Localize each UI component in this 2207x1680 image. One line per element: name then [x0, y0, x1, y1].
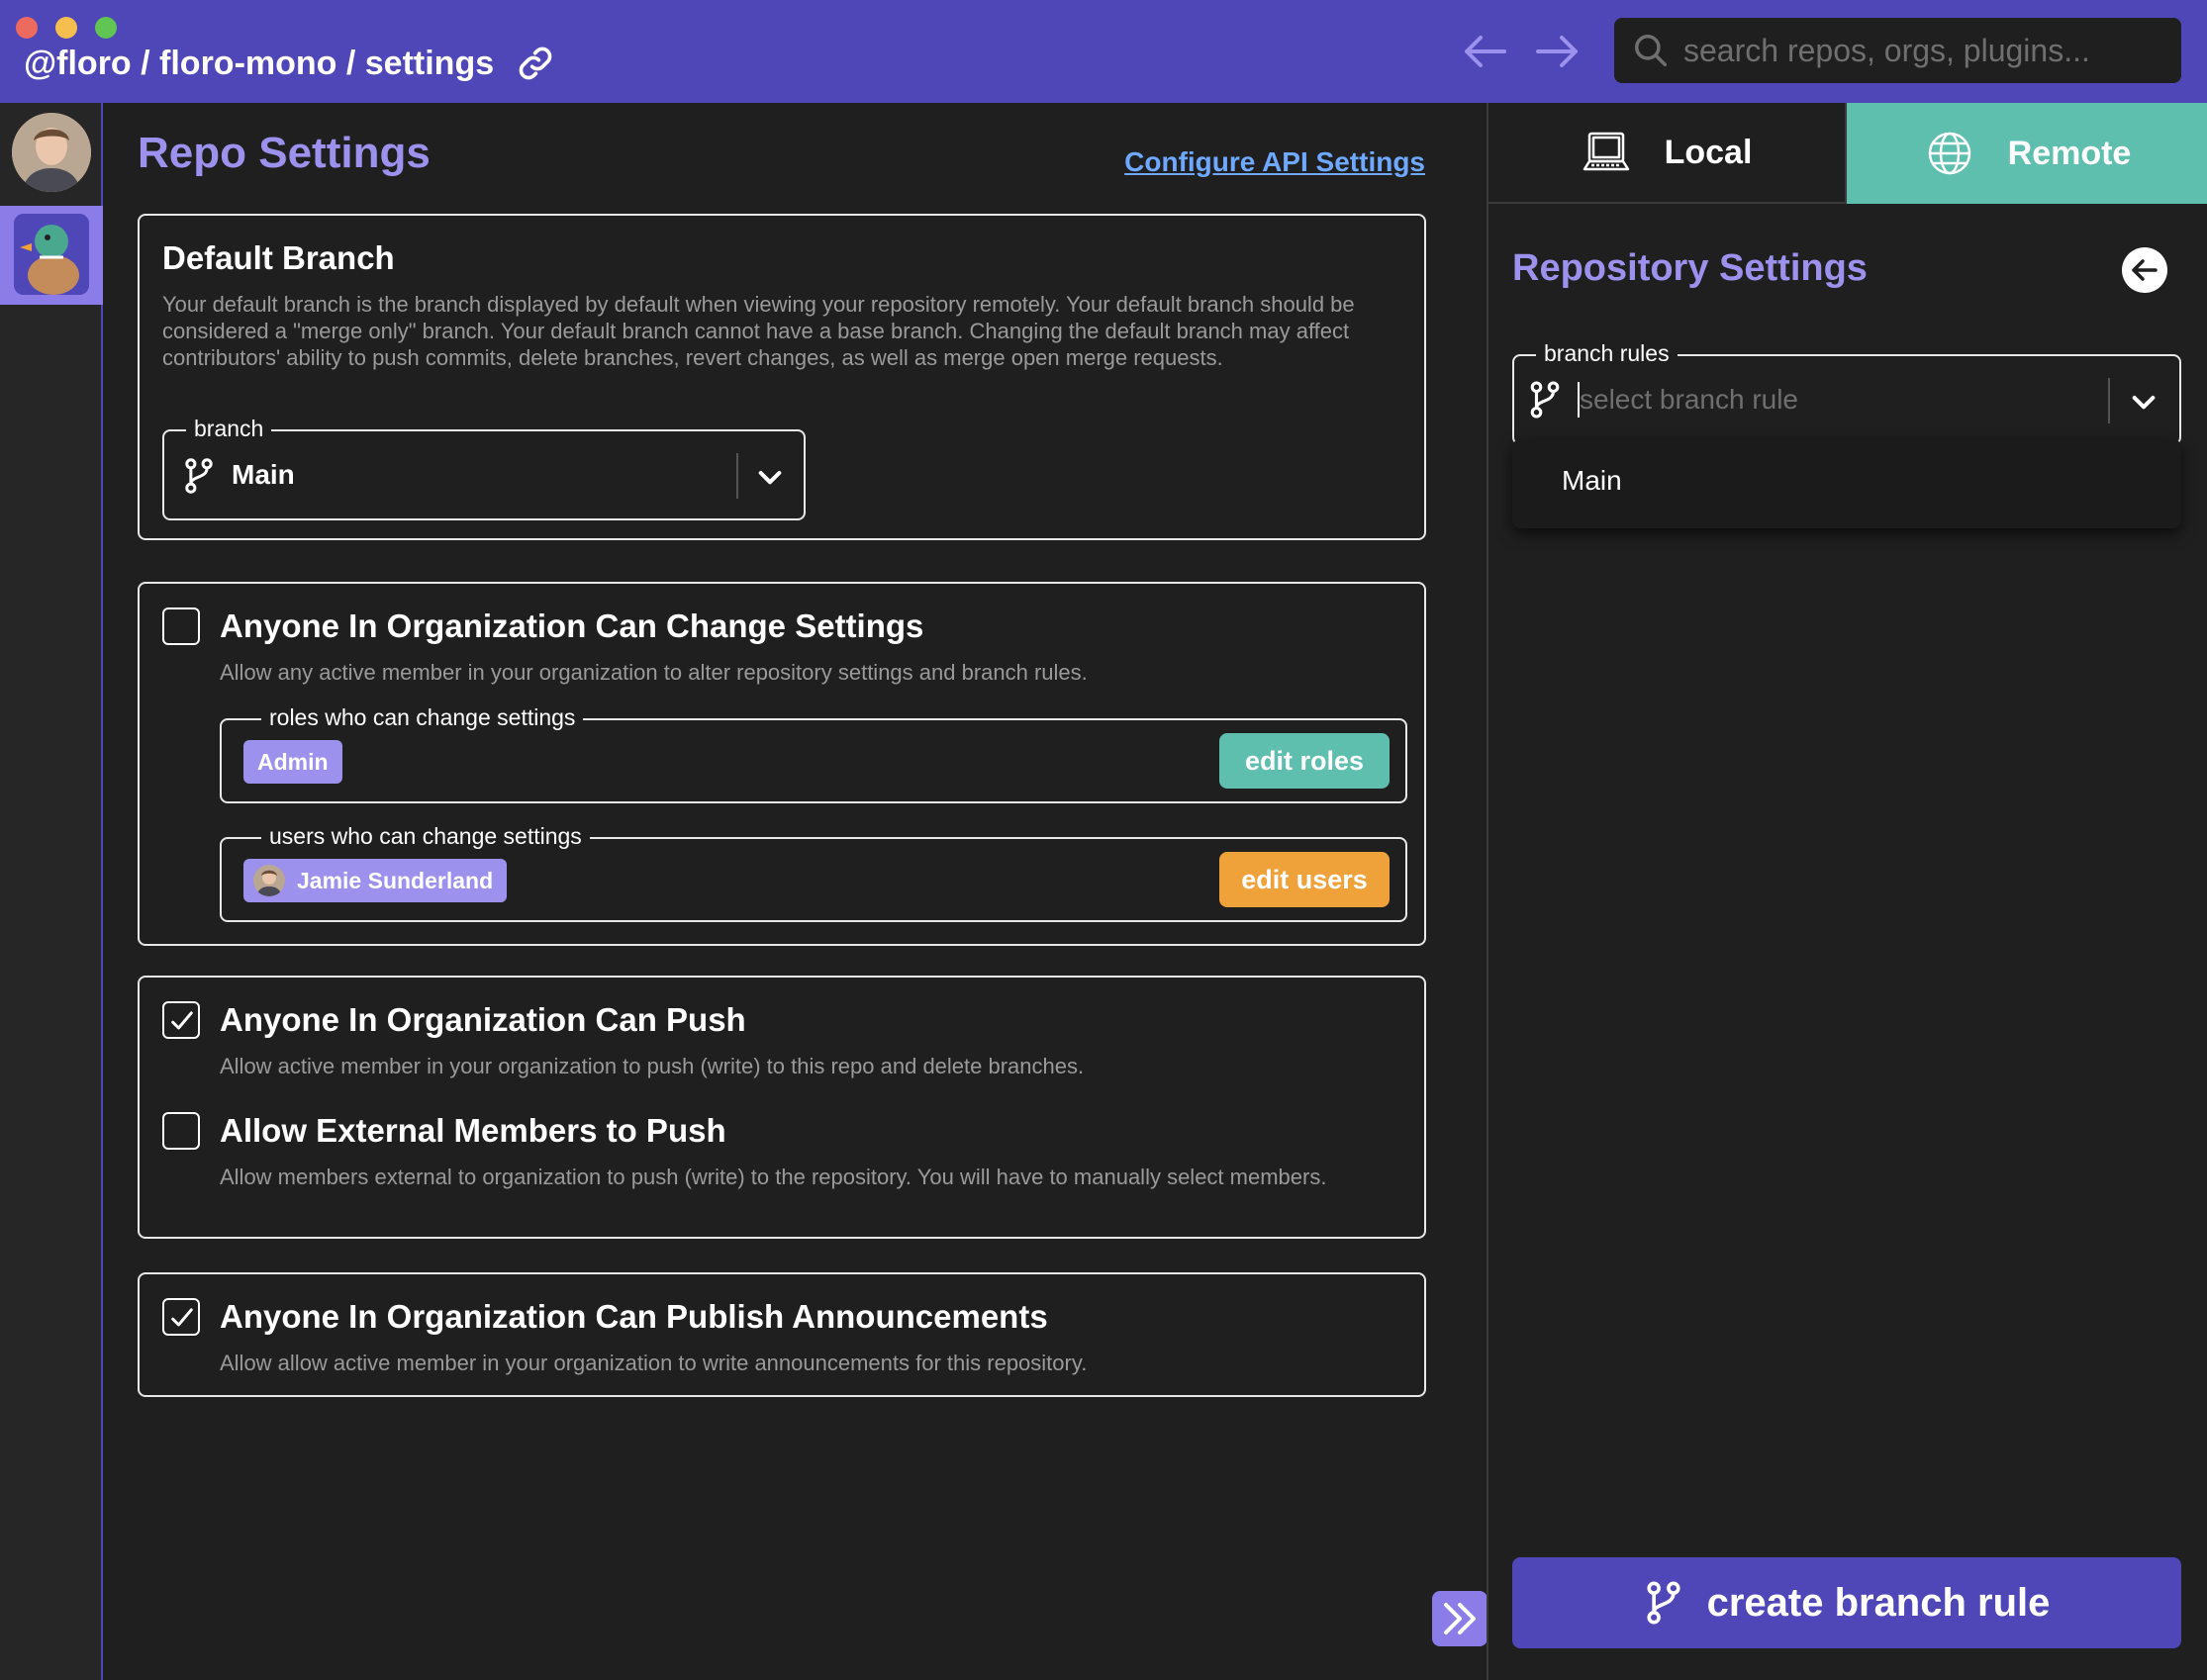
repo-nav-item[interactable] [0, 206, 103, 305]
default-branch-value: Main [232, 459, 295, 490]
right-panel: Local Remote Repository Settings branch … [1487, 103, 2207, 1680]
roles-field-label: roles who can change settings [261, 704, 584, 731]
checkmark-icon [171, 1308, 193, 1327]
tab-remote-label: Remote [2007, 134, 2132, 172]
branch-icon [1528, 380, 1562, 420]
search-bar [1614, 18, 2181, 83]
external-push-description: Allow members external to organization t… [220, 1165, 1327, 1189]
arrow-left-icon[interactable] [2122, 247, 2167, 293]
external-push-checkbox[interactable] [162, 1112, 200, 1150]
laptop-icon [1582, 128, 1631, 177]
users-field: users who can change settings Jamie Sund… [220, 823, 1407, 922]
chevron-down-icon[interactable] [2128, 386, 2159, 418]
announcements-card: Anyone In Organization Can Publish Annou… [138, 1272, 1426, 1397]
tab-remote[interactable]: Remote [1847, 103, 2207, 204]
branch-field-label: branch [186, 416, 272, 442]
search-icon [1635, 35, 1667, 66]
user-chip[interactable]: Jamie Sunderland [243, 859, 508, 902]
configure-api-settings-link[interactable]: Configure API Settings [1124, 146, 1425, 178]
close-window-button[interactable] [16, 17, 38, 39]
arrow-right-icon[interactable] [1532, 28, 1582, 75]
change-settings-checkbox[interactable] [162, 607, 200, 645]
branch-rules-placeholder: select branch rule [1580, 384, 1799, 415]
select-divider [736, 453, 738, 499]
default-branch-heading: Default Branch [162, 239, 395, 276]
edit-users-button[interactable]: edit users [1219, 852, 1390, 907]
branch-icon [1644, 1580, 1683, 1626]
branch-rules-select[interactable]: branch rules select branch rule [1512, 340, 2181, 445]
dropdown-option[interactable]: Main [1562, 465, 1622, 497]
chevron-down-icon[interactable] [754, 461, 786, 493]
default-branch-card: Default Branch Your default branch is th… [138, 214, 1426, 540]
zoom-window-button[interactable] [95, 17, 117, 39]
checkmark-icon [171, 1011, 193, 1030]
branch-rules-label: branch rules [1536, 340, 1678, 367]
users-field-label: users who can change settings [261, 823, 590, 850]
main-content: Repo Settings Configure API Settings Def… [105, 103, 1485, 1680]
change-settings-card: Anyone In Organization Can Change Settin… [138, 582, 1426, 946]
search-input[interactable] [1683, 32, 2159, 69]
minimize-window-button[interactable] [55, 17, 77, 39]
roles-field: roles who can change settings Admin edit… [220, 704, 1407, 803]
branch-icon [182, 457, 216, 495]
user-avatar[interactable] [12, 113, 91, 192]
push-checkbox[interactable] [162, 1001, 200, 1039]
push-card: Anyone In Organization Can Push Allow ac… [138, 976, 1426, 1239]
link-icon[interactable] [516, 44, 555, 83]
change-settings-heading: Anyone In Organization Can Change Settin… [220, 607, 924, 644]
edit-roles-button[interactable]: edit roles [1219, 733, 1390, 789]
default-branch-select[interactable]: branch Main [162, 416, 806, 520]
breadcrumb-text[interactable]: @floro / floro-mono / settings [24, 45, 494, 83]
user-chip-name: Jamie Sunderland [297, 867, 494, 893]
double-chevron-right-icon[interactable] [1432, 1591, 1487, 1646]
role-chip[interactable]: Admin [243, 740, 342, 784]
external-push-heading: Allow External Members to Push [220, 1112, 726, 1149]
globe-icon [1925, 129, 1974, 178]
left-rail [0, 103, 103, 1680]
change-settings-description: Allow any active member in your organiza… [220, 660, 1088, 685]
panel-title: Repository Settings [1512, 247, 1868, 289]
tab-local-label: Local [1664, 133, 1753, 171]
default-branch-description: Your default branch is the branch displa… [162, 292, 1355, 370]
breadcrumb: @floro / floro-mono / settings [24, 44, 555, 83]
user-chip-avatar [253, 865, 285, 896]
title-bar: @floro / floro-mono / settings [0, 0, 2207, 103]
page-title: Repo Settings [138, 129, 431, 177]
arrow-left-icon[interactable] [1461, 28, 1510, 75]
branch-rules-dropdown: Main [1512, 439, 2181, 528]
tab-local[interactable]: Local [1488, 103, 1847, 204]
announcements-checkbox[interactable] [162, 1298, 200, 1336]
create-branch-rule-label: create branch rule [1706, 1580, 2051, 1625]
announcements-description: Allow allow active member in your organi… [220, 1351, 1088, 1375]
push-heading: Anyone In Organization Can Push [220, 1001, 746, 1038]
announcements-heading: Anyone In Organization Can Publish Annou… [220, 1298, 1048, 1335]
duck-logo-icon [14, 214, 89, 295]
create-branch-rule-button[interactable]: create branch rule [1512, 1557, 2181, 1648]
select-divider [2108, 378, 2110, 423]
push-description: Allow active member in your organization… [220, 1054, 1085, 1078]
